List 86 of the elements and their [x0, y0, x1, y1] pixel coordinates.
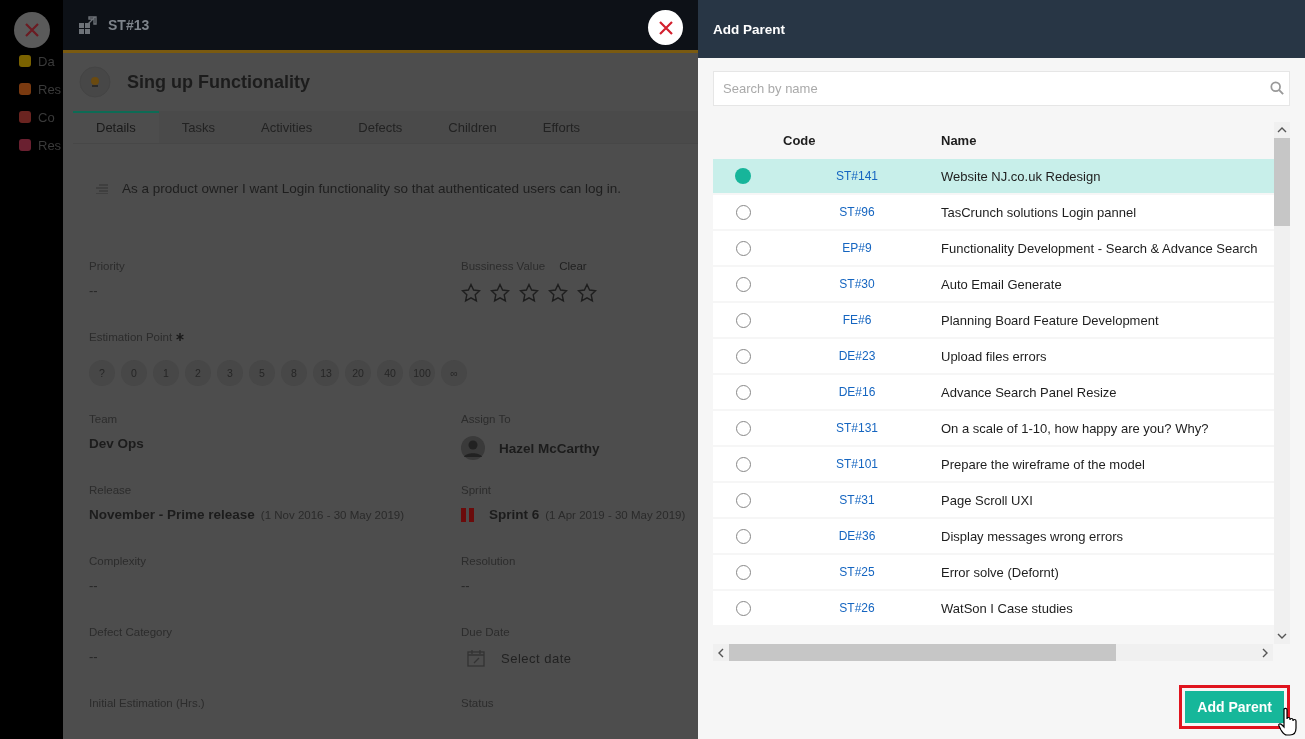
table-cell: Error solve (Defornt) [941, 564, 1059, 580]
table-row[interactable]: ST#131 On a scale of 1-10, how happy are you? Why? [713, 411, 1274, 445]
empty-star-icon[interactable] [461, 283, 481, 303]
search-icon[interactable] [1270, 81, 1284, 95]
scroll-right-icon[interactable] [1262, 647, 1268, 658]
table-row[interactable]: FE#6 Planning Board Feature Development [713, 303, 1274, 337]
table-row[interactable]: DE#36 Display messages wrong errors [713, 519, 1274, 553]
menu-icon [18, 138, 32, 152]
table-cell: Page Scroll UXI [941, 492, 1033, 508]
menu-icon [18, 54, 32, 68]
table-cell: WatSon I Case studies [941, 600, 1073, 616]
table-row[interactable]: ST#31 Page Scroll UXI [713, 483, 1274, 517]
code-link[interactable]: EP#9 [842, 241, 872, 255]
table-cell: Functionality Development - Search & Advance Search [941, 240, 1258, 256]
radio-button[interactable] [735, 492, 751, 508]
scrollbar-thumb[interactable] [1274, 138, 1290, 226]
table-cell: Auto Email Generate [941, 276, 1062, 292]
empty-star-icon[interactable] [519, 283, 539, 303]
code-link[interactable]: ST#141 [836, 169, 878, 183]
close-button[interactable] [648, 10, 683, 45]
empty-star-icon[interactable] [548, 283, 568, 303]
field-value: -- [89, 649, 99, 664]
table-row[interactable]: ST#26 WatSon I Case studies [713, 591, 1274, 625]
radio-button[interactable] [735, 168, 751, 184]
table-cell: Website NJ.co.uk Redesign [941, 168, 1101, 184]
radio-button[interactable] [735, 204, 751, 220]
table-row[interactable]: ST#25 Error solve (Defornt) [713, 555, 1274, 589]
field-value: -- [89, 578, 99, 593]
table-cell: Planning Board Feature Development [941, 312, 1159, 328]
scroll-down-icon[interactable] [1277, 633, 1287, 639]
code-link[interactable]: FE#6 [842, 313, 872, 327]
table-row[interactable]: DE#23 Upload files errors [713, 339, 1274, 373]
code-link[interactable]: ST#30 [839, 277, 875, 291]
avatar [461, 436, 485, 460]
radio-button[interactable] [735, 564, 751, 580]
story-icon [78, 15, 98, 35]
vertical-scrollbar[interactable] [1274, 122, 1290, 644]
column-header: Name [941, 133, 977, 148]
table-cell: On a scale of 1-10, how happy are you? Why? [941, 420, 1209, 436]
table-row[interactable]: ST#30 Auto Email Generate [713, 267, 1274, 301]
bulb-icon [79, 66, 111, 98]
horizontal-scrollbar[interactable] [713, 644, 1273, 661]
radio-button[interactable] [735, 312, 751, 328]
add-parent-button[interactable]: Add Parent [1185, 691, 1284, 723]
scroll-left-icon[interactable] [718, 647, 724, 658]
story-code: ST#13 [108, 17, 150, 33]
radio-button[interactable] [735, 276, 751, 292]
code-link[interactable]: DE#16 [838, 385, 876, 399]
radio-button[interactable] [735, 456, 751, 472]
table-cell: Display messages wrong errors [941, 528, 1124, 544]
empty-star-icon[interactable] [577, 283, 597, 303]
field-value: -- [461, 578, 471, 593]
dialog-title: Add Parent [713, 21, 785, 37]
sprint-icon [461, 507, 475, 522]
scroll-up-icon[interactable] [1277, 127, 1287, 133]
table-cell: TasCrunch solutions Login pannel [941, 204, 1137, 220]
empty-star-icon[interactable] [490, 283, 510, 303]
radio-button[interactable] [735, 420, 751, 436]
table-cell: Upload files errors [941, 348, 1047, 364]
radio-button[interactable] [735, 600, 751, 616]
code-link[interactable]: DE#36 [838, 529, 876, 543]
code-link[interactable]: ST#131 [836, 421, 878, 435]
table-row[interactable]: EP#9 Functionality Development - Search & Advance Search [713, 231, 1274, 265]
field-value: -- [89, 283, 99, 298]
calendar-icon[interactable] [467, 649, 485, 667]
menu-icon [18, 82, 32, 96]
scrollbar-thumb[interactable] [729, 644, 1116, 661]
radio-button[interactable] [735, 384, 751, 400]
radio-button[interactable] [735, 240, 751, 256]
radio-button[interactable] [735, 348, 751, 364]
table-row[interactable]: ST#96 TasCrunch solutions Login pannel [713, 195, 1274, 229]
code-link[interactable]: DE#23 [838, 349, 876, 363]
code-link[interactable]: ST#26 [839, 601, 875, 615]
radio-button[interactable] [735, 528, 751, 544]
table-cell: Prepare the wireframe of the model [941, 456, 1145, 472]
code-link[interactable]: ST#96 [839, 205, 875, 219]
code-link[interactable]: ST#101 [836, 457, 878, 471]
search-field[interactable]: Search by name [713, 71, 1290, 106]
table-row[interactable]: ST#101 Prepare the wireframe of the model [713, 447, 1274, 481]
column-header: Code [782, 133, 817, 148]
table-cell: Advance Search Panel Resize [941, 384, 1117, 400]
code-link[interactable]: ST#31 [839, 493, 875, 507]
code-link[interactable]: ST#25 [839, 565, 875, 579]
menu-icon [18, 110, 32, 124]
table-row[interactable]: DE#16 Advance Search Panel Resize [713, 375, 1274, 409]
table-row[interactable]: ST#141 Website NJ.co.uk Redesign [713, 159, 1274, 193]
